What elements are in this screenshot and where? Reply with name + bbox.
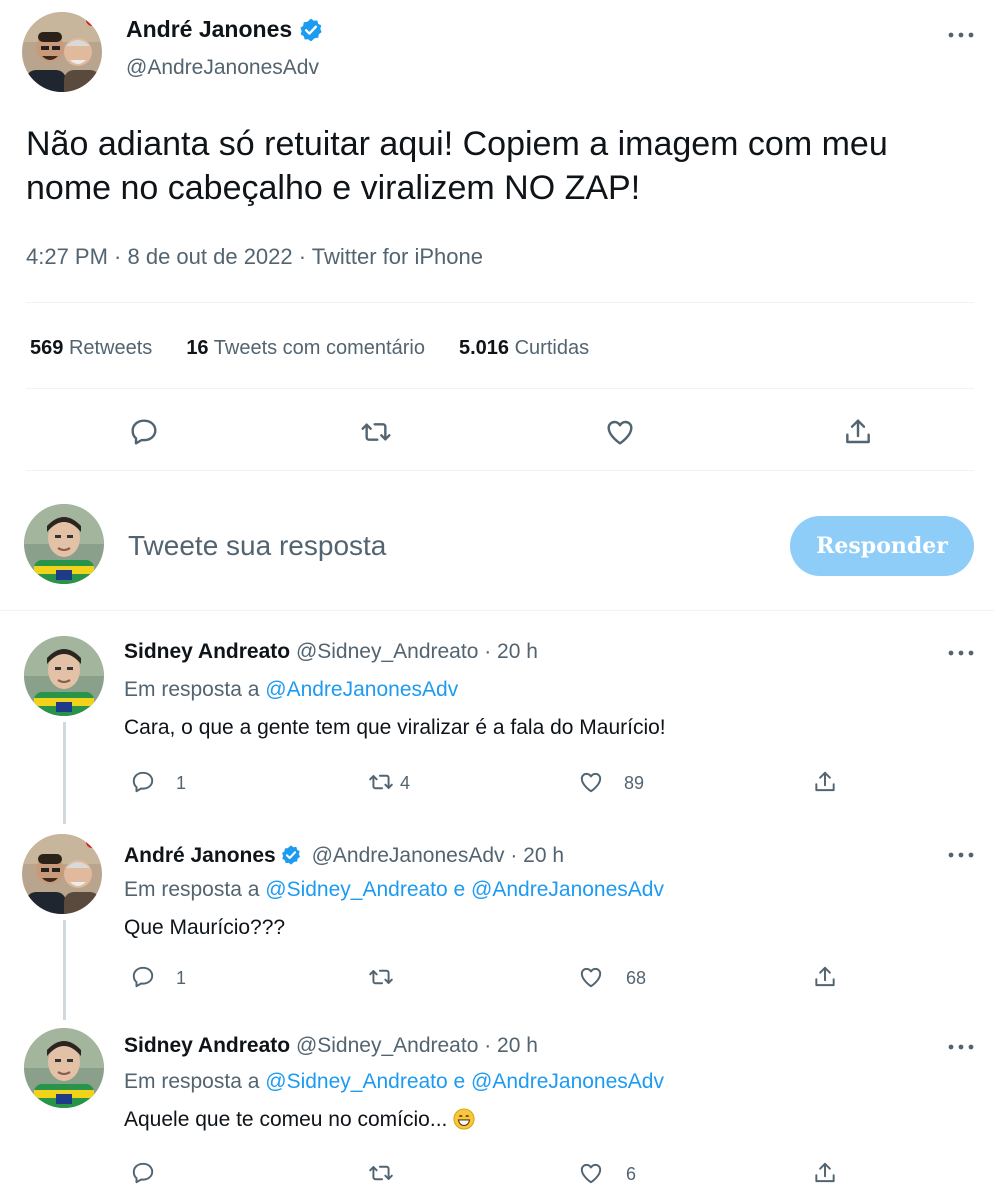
- tweet-stats: 569 Retweets 16 Tweets com comentário 5.…: [30, 337, 589, 360]
- retweet-count: 4: [400, 773, 411, 793]
- more-options-icon[interactable]: [946, 1040, 976, 1054]
- more-options-icon[interactable]: [946, 646, 976, 660]
- reply-author-name[interactable]: Sidney Andreato: [124, 1034, 290, 1057]
- divider: [0, 610, 994, 611]
- divider: [26, 470, 974, 471]
- reply-icon[interactable]: [130, 769, 156, 795]
- retweet-icon[interactable]: [368, 769, 394, 795]
- reply-count: 1: [176, 968, 187, 988]
- reply-author-avatar[interactable]: [24, 1028, 104, 1108]
- reply-context: Em resposta a @Sidney_Andreato e @AndreJ…: [124, 878, 664, 902]
- like-icon[interactable]: [578, 1160, 604, 1186]
- author-name[interactable]: André Janones: [126, 16, 324, 43]
- share-icon[interactable]: [842, 416, 874, 448]
- reply-author-handle-time[interactable]: @Sidney_Andreato · 20 h: [296, 1034, 538, 1057]
- grinning-face-emoji-icon: [453, 1108, 475, 1130]
- author-name-text[interactable]: André Janones: [126, 16, 292, 43]
- share-icon[interactable]: [812, 1160, 838, 1186]
- like-count: 89: [624, 773, 645, 793]
- reply-header: Sidney Andreato @Sidney_Andreato · 20 h: [124, 640, 538, 664]
- reply-header: André Janones @AndreJanonesAdv · 20 h: [124, 844, 564, 868]
- share-icon[interactable]: [812, 769, 838, 795]
- reply-author-name[interactable]: André Janones: [124, 844, 276, 867]
- reply-icon[interactable]: [130, 1160, 156, 1186]
- reply-context-prefix: Em resposta a: [124, 1070, 260, 1093]
- reply-author-avatar[interactable]: [24, 636, 104, 716]
- reply-header: Sidney Andreato @Sidney_Andreato · 20 h: [124, 1034, 538, 1058]
- more-options-icon[interactable]: [946, 848, 976, 862]
- retweet-icon[interactable]: [360, 416, 392, 448]
- likes-stat[interactable]: 5.016 Curtidas: [459, 337, 589, 360]
- author-avatar[interactable]: [22, 12, 102, 92]
- tweet-text: Não adianta só retuitar aqui! Copiem a i…: [26, 125, 888, 207]
- reply-author-name[interactable]: Sidney Andreato: [124, 640, 290, 663]
- quotes-stat[interactable]: 16 Tweets com comentário: [186, 337, 425, 360]
- reply-author-avatar[interactable]: [22, 834, 102, 914]
- verified-badge-icon: [280, 844, 302, 866]
- more-options-icon[interactable]: [946, 28, 976, 42]
- like-icon[interactable]: [578, 769, 604, 795]
- tweet-meta[interactable]: 4:27 PM · 8 de out de 2022 · Twitter for…: [26, 244, 483, 270]
- divider: [26, 302, 974, 303]
- thread-line: [63, 920, 66, 1020]
- reply-text: Aquele que te comeu no comício...: [124, 1108, 475, 1132]
- current-user-avatar[interactable]: [24, 504, 104, 584]
- reply-author-handle-time[interactable]: @AndreJanonesAdv · 20 h: [312, 844, 564, 867]
- retweet-icon[interactable]: [368, 1160, 394, 1186]
- like-icon[interactable]: [604, 416, 636, 448]
- divider: [26, 388, 974, 389]
- like-count: 6: [626, 1164, 637, 1184]
- reply-text: Cara, o que a gente tem que viralizar é …: [124, 716, 666, 739]
- reply-context-prefix: Em resposta a: [124, 678, 260, 701]
- reply-context-mention[interactable]: @AndreJanonesAdv: [265, 678, 458, 701]
- reply-icon[interactable]: [128, 416, 160, 448]
- retweets-stat[interactable]: 569 Retweets: [30, 337, 152, 360]
- reply-text: Que Maurício???: [124, 916, 286, 939]
- reply-context: Em resposta a @Sidney_Andreato e @AndreJ…: [124, 1070, 664, 1094]
- reply-context-mention[interactable]: @Sidney_Andreato e @AndreJanonesAdv: [265, 878, 664, 901]
- reply-context-prefix: Em resposta a: [124, 878, 260, 901]
- reply-context-mention[interactable]: @Sidney_Andreato e @AndreJanonesAdv: [265, 1070, 664, 1093]
- verified-badge-icon: [298, 17, 324, 43]
- reply-icon[interactable]: [130, 964, 156, 990]
- thread-line: [63, 722, 66, 824]
- reply-text-content: Aquele que te comeu no comício...: [124, 1108, 448, 1131]
- reply-context: Em resposta a @AndreJanonesAdv: [124, 678, 458, 702]
- reply-compose-input[interactable]: Tweete sua resposta: [128, 530, 386, 562]
- reply-submit-button[interactable]: Responder: [790, 516, 974, 576]
- reply-author-handle-time[interactable]: @Sidney_Andreato · 20 h: [296, 640, 538, 663]
- retweet-icon[interactable]: [368, 964, 394, 990]
- share-icon[interactable]: [812, 964, 838, 990]
- like-count: 68: [626, 968, 647, 988]
- author-handle[interactable]: @AndreJanonesAdv: [126, 56, 319, 80]
- like-icon[interactable]: [578, 964, 604, 990]
- reply-count: 1: [176, 773, 187, 793]
